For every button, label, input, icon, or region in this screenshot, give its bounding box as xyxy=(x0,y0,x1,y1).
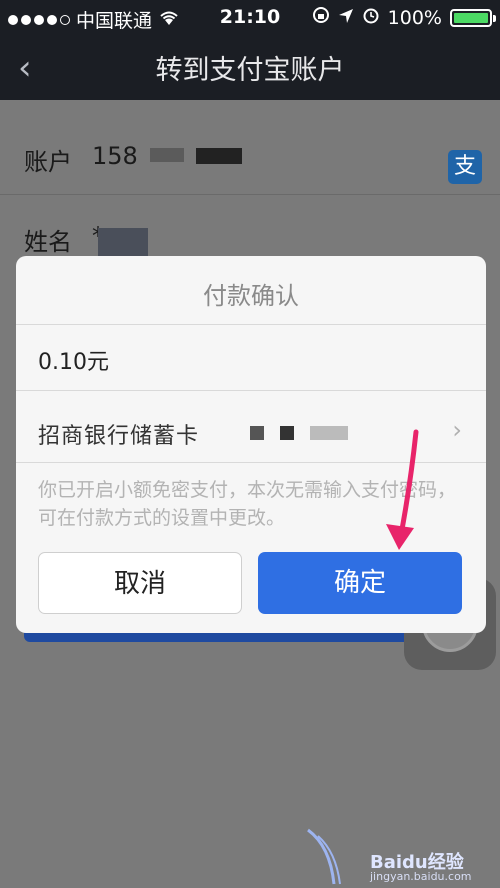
watermark-url: jingyan.baidu.com xyxy=(370,870,472,883)
alipay-contact-icon[interactable]: 支 xyxy=(448,150,482,184)
divider xyxy=(16,324,486,325)
status-right: 100% xyxy=(312,6,496,29)
cancel-button[interactable]: 取消 xyxy=(38,552,242,614)
alarm-icon xyxy=(362,6,380,29)
location-icon xyxy=(338,7,354,29)
divider xyxy=(16,390,486,391)
top-bar: 中国联通 21:10 100% ‹ 转到支付宝账户 xyxy=(0,0,500,100)
account-value: 158 xyxy=(92,142,138,170)
redacted-block xyxy=(250,426,264,440)
status-bar: 中国联通 21:10 100% xyxy=(0,0,500,34)
battery-icon xyxy=(450,8,496,27)
dialog-title: 付款确认 xyxy=(203,282,299,310)
payment-amount: 0.10元 xyxy=(38,350,109,375)
redacted-block xyxy=(310,426,348,440)
redacted-block xyxy=(280,426,294,440)
redacted-block xyxy=(150,148,184,162)
battery-percent: 100% xyxy=(387,6,442,29)
payment-method-label: 招商银行储蓄卡 xyxy=(38,424,200,449)
nav-bar: ‹ 转到支付宝账户 xyxy=(0,34,500,100)
rotation-lock-icon xyxy=(312,6,330,29)
page-title: 转到支付宝账户 xyxy=(155,55,345,86)
chevron-right-icon: › xyxy=(452,416,462,444)
name-label: 姓名 xyxy=(24,228,72,256)
account-row[interactable]: 账户 158 支 xyxy=(0,120,500,195)
annotation-arrow-icon xyxy=(386,429,419,550)
confirm-button[interactable]: 确定 xyxy=(258,552,462,614)
wings-logo-icon xyxy=(307,828,341,885)
account-label: 账户 xyxy=(24,148,72,176)
redacted-block xyxy=(196,148,242,164)
baidu-watermark: Baidu经验 jingyan.baidu.com xyxy=(300,826,500,888)
